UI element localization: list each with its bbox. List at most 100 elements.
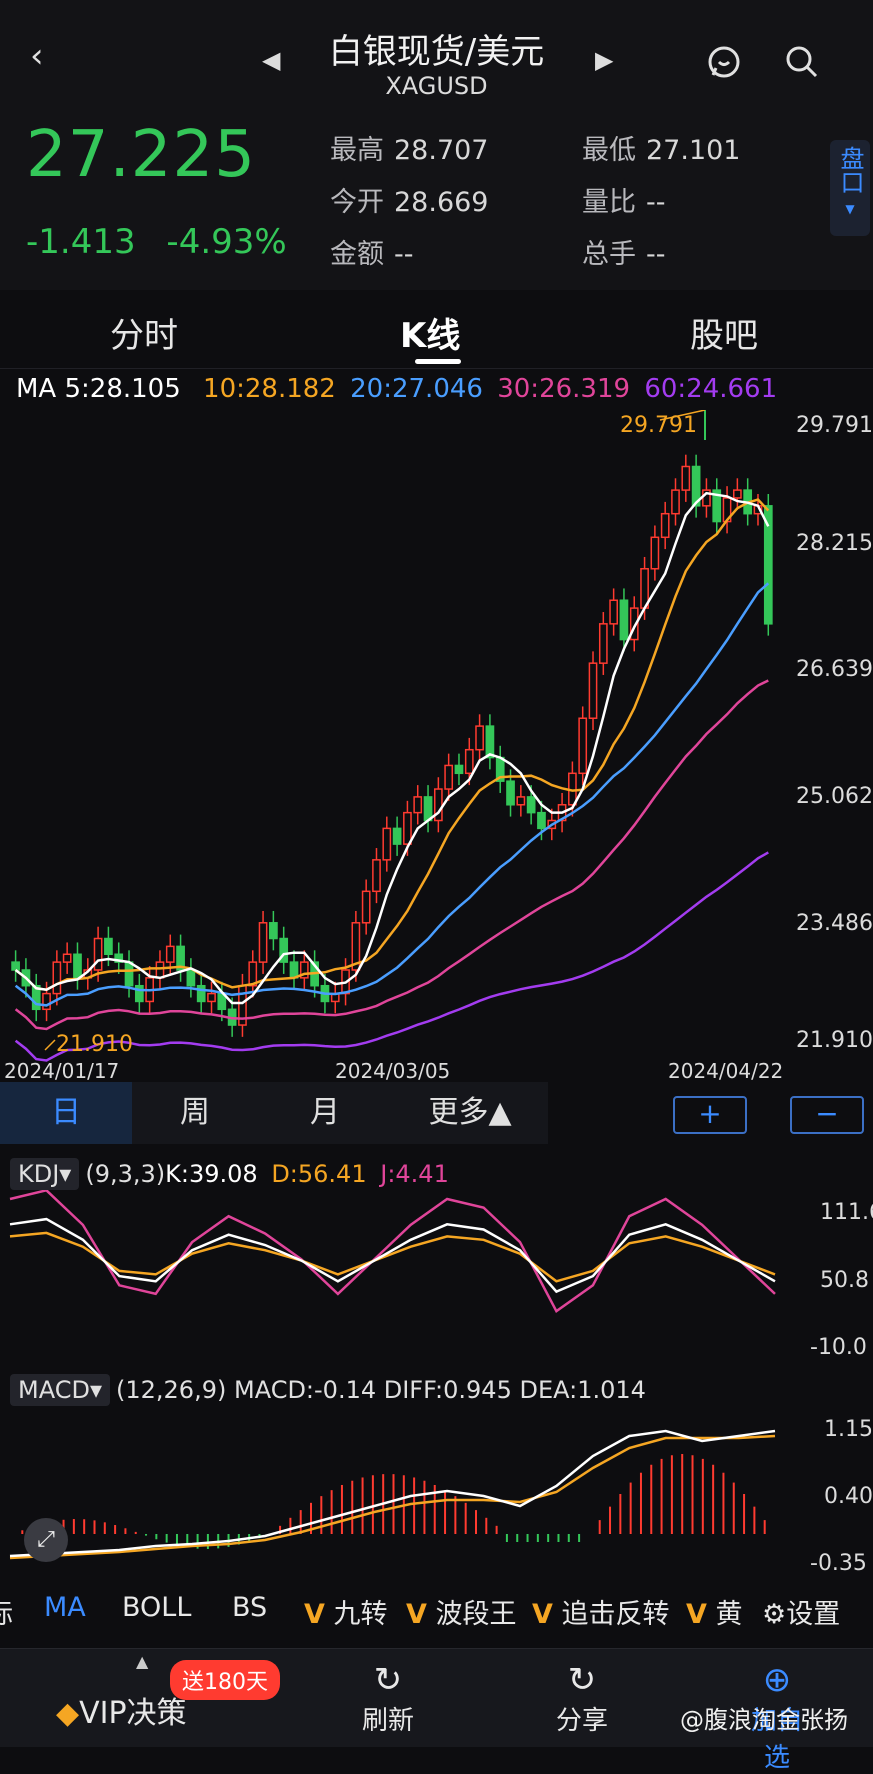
date-tick: 2024/03/05 [335, 1059, 450, 1082]
kdj-chart[interactable]: 111.6 50.8 -10.0 [0, 1190, 873, 1360]
kdj-legend: KDJ▾ (9,3,3)K:39.08 D:56.41 J:4.41 [10, 1158, 449, 1190]
candle [207, 992, 216, 1003]
ma20-value: 20:27.046 [350, 374, 483, 404]
period-more-button[interactable]: 更多▲ [392, 1082, 548, 1144]
next-symbol-icon[interactable]: ▶ [595, 46, 613, 74]
kdj-selector[interactable]: KDJ▾ [10, 1158, 80, 1190]
candle [516, 796, 526, 806]
plus-circle-icon: ⊕ [762, 1660, 792, 1700]
tool-huang[interactable]: V 黄 [686, 1592, 743, 1631]
candle [52, 961, 62, 995]
candle [681, 465, 691, 491]
price-tick: 23.486 [796, 911, 873, 936]
candle [382, 827, 392, 861]
tab-timeshare[interactable]: 分时 [110, 308, 178, 357]
last-price: 27.225 [26, 118, 256, 192]
candle [392, 827, 402, 845]
share-icon: ↻ [567, 1660, 597, 1700]
candle [526, 796, 536, 814]
chat-icon[interactable] [706, 44, 742, 84]
active-tab-indicator [415, 359, 461, 364]
watermark: @腹浪淘金张扬 [680, 1706, 848, 1734]
stat-ratio: 量比 -- [582, 187, 666, 218]
v-icon: V [532, 1599, 553, 1630]
candle [485, 725, 495, 759]
share-button[interactable]: ↻ 分享 [552, 1660, 612, 1737]
candle [403, 811, 412, 845]
stat-open: 今开 28.669 [330, 187, 489, 218]
candle [609, 599, 618, 625]
tool-ma[interactable]: MA [44, 1592, 86, 1623]
candle [62, 953, 72, 963]
candle [650, 536, 660, 570]
v-icon: V [304, 1599, 325, 1630]
candle [196, 984, 206, 1003]
period-week-button[interactable]: 周 [132, 1082, 258, 1144]
candle [258, 922, 268, 963]
zoom-in-button[interactable]: + [673, 1096, 747, 1134]
search-icon[interactable] [784, 44, 820, 84]
tool-boll[interactable]: BOLL [122, 1592, 191, 1623]
ma60-value: 60:24.661 [644, 374, 778, 404]
max-price-label: 29.791 [620, 413, 697, 438]
change-value: -1.413 [26, 222, 136, 262]
zoom-out-button[interactable]: − [790, 1096, 864, 1134]
candle [372, 859, 381, 893]
candle [361, 890, 371, 924]
kdj-tick: 111.6 [820, 1200, 873, 1225]
refresh-button[interactable]: ↻ 刷新 [358, 1660, 418, 1737]
macd-tick: 0.40 [824, 1484, 873, 1509]
date-tick: 2024/04/22 [668, 1059, 783, 1082]
gear-icon: ⚙ [762, 1599, 787, 1630]
macd-legend: MACD▾ (12,26,9) MACD:-0.14 DIFF:0.945 DEA… [10, 1374, 646, 1406]
candle [464, 748, 474, 775]
candle [588, 662, 598, 719]
candle [423, 796, 433, 822]
candle [93, 937, 103, 971]
macd-chart[interactable]: 1.15 0.40 -0.35 [0, 1406, 873, 1578]
price-tick: 26.639 [796, 657, 873, 682]
candle [155, 961, 165, 979]
candle [11, 961, 20, 971]
candle [475, 725, 484, 751]
candle [134, 984, 144, 1003]
pankou-button[interactable]: 盘口 ▼ [830, 140, 870, 236]
price-tick: 28.215 [796, 531, 873, 556]
candle [165, 945, 175, 963]
candle [413, 796, 423, 814]
candle [73, 953, 82, 979]
tool-jiuzhuan[interactable]: V 九转 [304, 1592, 388, 1631]
candle [598, 623, 608, 664]
candle [104, 937, 113, 955]
ma5-value: MA 5:28.105 [16, 374, 181, 404]
vip-button[interactable]: ◆VIP决策 [56, 1688, 187, 1732]
candle [269, 922, 278, 940]
macd-tick: -0.35 [810, 1551, 867, 1576]
price-tick: 25.062 [796, 784, 873, 809]
period-month-button[interactable]: 月 [258, 1082, 392, 1144]
tool-bs[interactable]: BS [232, 1592, 267, 1623]
ma10-value: 10:28.182 [203, 374, 336, 404]
price-tick: 29.791 [796, 413, 873, 438]
tab-forum[interactable]: 股吧 [690, 308, 758, 357]
tool-zhuiji[interactable]: V 追击反转 [532, 1592, 670, 1631]
candle [186, 969, 196, 987]
fullscreen-icon[interactable]: ⤢ [24, 1518, 68, 1562]
macd-selector[interactable]: MACD▾ [10, 1374, 110, 1406]
kline-chart[interactable]: 29.791 21.910 29.791 28.215 26.639 25.06… [0, 410, 873, 1082]
candle [124, 961, 134, 987]
price-change: -1.413 -4.93% [26, 222, 287, 262]
stat-high: 最高 28.707 [330, 135, 489, 166]
ma30-value: 30:26.319 [497, 374, 631, 404]
settings-button[interactable]: ⚙设置 [762, 1592, 840, 1631]
tool-boduanwang[interactable]: V 波段王 [406, 1592, 517, 1631]
instrument-symbol: XAGUSD [385, 72, 488, 100]
period-day-button[interactable]: 日 [0, 1082, 132, 1144]
candle [671, 489, 680, 515]
tool-item[interactable]: 标 [0, 1592, 13, 1631]
tab-kline[interactable]: K线 [400, 308, 460, 357]
candle [578, 717, 588, 775]
candle [454, 764, 464, 775]
change-percent: -4.93% [166, 222, 287, 262]
v-icon: V [406, 1599, 427, 1630]
